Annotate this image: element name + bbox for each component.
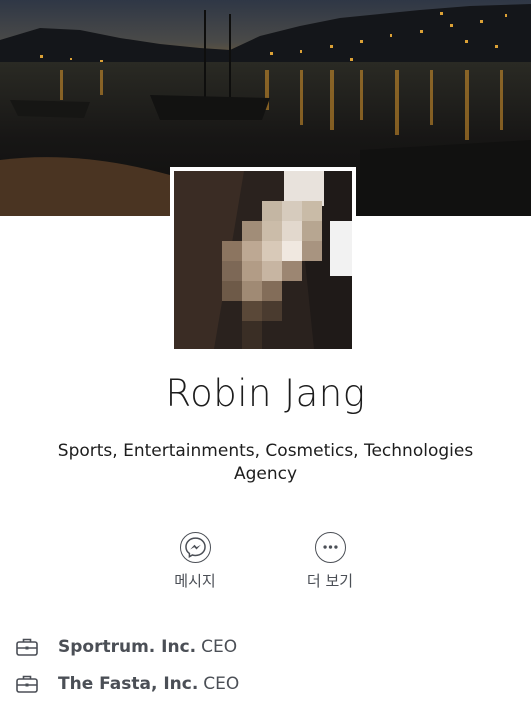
profile-picture[interactable] — [170, 167, 356, 353]
message-button[interactable]: 메시지 — [140, 532, 250, 591]
work-role: CEO — [203, 674, 240, 694]
work-item[interactable]: The Fasta, Inc. CEO — [16, 670, 239, 698]
profile-name: Robin Jang — [165, 372, 366, 415]
work-company: Sportrum. Inc. — [58, 637, 197, 657]
messenger-icon — [179, 532, 211, 563]
briefcase-icon — [16, 675, 38, 693]
work-company: The Fasta, Inc. — [58, 674, 199, 694]
profile-picture-image — [174, 171, 352, 349]
more-label: 더 보기 — [306, 572, 354, 590]
work-item[interactable]: Sportrum. Inc. CEO — [16, 633, 237, 661]
work-role: CEO — [201, 637, 238, 657]
more-icon — [314, 532, 346, 563]
more-button[interactable]: 더 보기 — [275, 532, 385, 591]
message-label: 메시지 — [174, 572, 216, 590]
briefcase-icon — [16, 638, 38, 656]
profile-bio: Sports, Entertainments, Cosmetics, Techn… — [57, 441, 474, 484]
